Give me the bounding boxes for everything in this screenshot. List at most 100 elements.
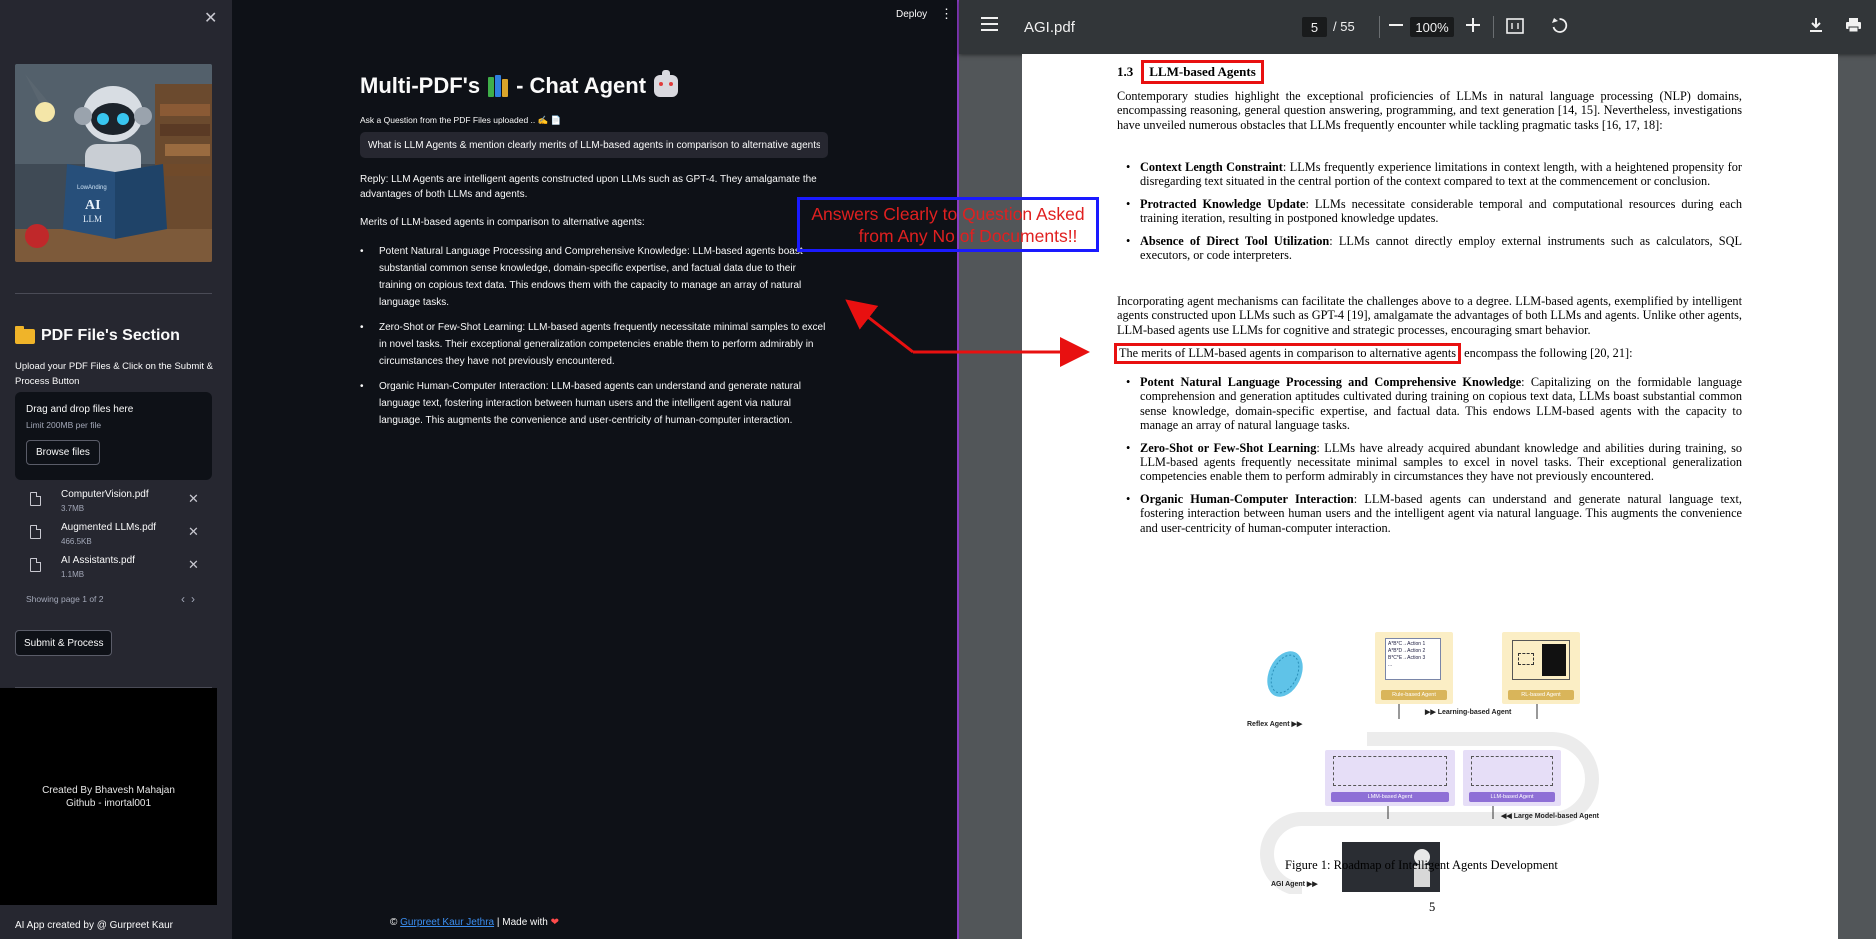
page-number-input[interactable] <box>1302 17 1327 37</box>
rule-line: A*B*C→Action 1 <box>1388 641 1426 647</box>
creator-credit-box: Created By Bhavesh Mahajan Github - imor… <box>0 688 217 905</box>
pager-prev-icon[interactable]: ‹ <box>181 592 191 606</box>
merits-line-rest: encompass the following [20, 21]: <box>1461 346 1633 360</box>
merits-heading: Merits of LLM-based agents in comparison… <box>360 217 645 228</box>
file-name: Augmented LLMs.pdf <box>61 522 157 533</box>
agents-roadmap-figure: A*B*C→Action 1 A*B*D→Action 2 B*C*E→Acti… <box>1247 574 1627 894</box>
files-section-title: PDF File's Section <box>15 325 180 345</box>
file-pager: Showing page 1 of 2 ‹› <box>26 592 201 606</box>
app-credit: AI App created by @ Gurpreet Kaur <box>15 920 174 931</box>
pager-nav: ‹› <box>181 592 201 606</box>
annotation-arrow <box>845 299 914 354</box>
zoom-in-icon[interactable] <box>1466 18 1480 35</box>
main-menu-icon[interactable]: ⋮ <box>940 6 953 22</box>
large-model-agent-label: ◀◀ Large Model-based Agent <box>1501 813 1600 820</box>
rule-agent-tag: Rule-based Agent <box>1381 690 1447 700</box>
list-item-term: Potent Natural Language Processing and C… <box>1140 375 1522 389</box>
list-item: Potent Natural Language Processing and C… <box>1126 375 1742 433</box>
heart-icon: ❤ <box>550 917 559 928</box>
credit-line-1: Created By Bhavesh Mahajan <box>42 784 175 796</box>
reflex-agent-label: Reflex Agent ▶▶ <box>1247 721 1303 728</box>
robot-book-text-3: LLM <box>83 214 102 224</box>
section-heading: 1.3 LLM-based Agents <box>1117 60 1264 84</box>
intro-paragraph: Contemporary studies highlight the excep… <box>1117 89 1742 132</box>
fit-page-icon[interactable] <box>1506 18 1524 37</box>
folder-icon <box>15 325 35 344</box>
annotation-callout: Answers Clearly to Question Asked from A… <box>797 197 1099 252</box>
footer-author-link[interactable]: Gurpreet Kaur Jethra <box>400 917 494 928</box>
zoom-out-icon[interactable] <box>1389 18 1403 35</box>
pager-next-icon[interactable]: › <box>191 592 201 606</box>
close-sidebar-icon[interactable]: ✕ <box>204 8 217 28</box>
list-item: Context Length Constraint: LLMs frequent… <box>1126 160 1742 189</box>
list-item: Organic Human-Computer Interaction: LLM-… <box>1126 492 1742 535</box>
list-item: Absence of Direct Tool Utilization: LLMs… <box>1126 234 1742 263</box>
menu-icon[interactable] <box>981 17 998 34</box>
rule-line: ... <box>1388 662 1393 668</box>
section-title-highlight: LLM-based Agents <box>1141 60 1264 84</box>
uploaded-file-row: Augmented LLMs.pdf 466.5KB ✕ <box>28 522 204 550</box>
pdf-merits-list: Potent Natural Language Processing and C… <box>1126 375 1742 543</box>
rl-agent-tag: RL-based Agent <box>1508 690 1574 700</box>
lmm-agent-tag: LMM-based Agent <box>1331 792 1449 802</box>
file-icon <box>30 525 41 539</box>
file-size: 3.7MB <box>61 504 85 513</box>
zoom-input[interactable] <box>1410 17 1454 37</box>
robot-icon <box>654 70 679 97</box>
list-item: Zero-Shot or Few-Shot Learning: LLM-base… <box>360 319 830 370</box>
figure-caption: Figure 1: Roadmap of Intelligent Agents … <box>1285 858 1558 872</box>
file-size: 1.1MB <box>61 570 85 579</box>
merits-list: Potent Natural Language Processing and C… <box>360 243 830 437</box>
lmm-agent-card: LMM-based Agent <box>1325 750 1455 806</box>
download-icon[interactable] <box>1809 17 1823 36</box>
dropzone-title: Drag and drop files here <box>26 404 134 415</box>
files-section-title-text: PDF File's Section <box>41 327 180 344</box>
merits-highlight: The merits of LLM-based agents in compar… <box>1114 343 1462 364</box>
page-total: / 55 <box>1333 19 1355 34</box>
deploy-button[interactable]: Deploy <box>896 9 927 20</box>
books-icon <box>488 75 509 97</box>
rl-agent-card: RL-based Agent <box>1502 632 1580 704</box>
print-icon[interactable] <box>1845 17 1862 36</box>
remove-file-icon[interactable]: ✕ <box>188 524 199 540</box>
pdf-viewer: AGI.pdf / 55 1.3 LLM-based Agents Contemp… <box>957 0 1876 939</box>
submit-process-button[interactable]: Submit & Process <box>15 630 113 656</box>
footer-suffix: | Made with <box>494 917 551 928</box>
reply-text: Reply: LLM Agents are intelligent agents… <box>360 174 817 200</box>
rule-line: A*B*D→Action 2 <box>1388 648 1426 654</box>
uploaded-file-row: AI Assistants.pdf 1.1MB ✕ <box>28 555 204 583</box>
toolbar-divider <box>1379 16 1380 38</box>
pdf-toolbar: AGI.pdf / 55 <box>959 0 1876 54</box>
list-item-term: Organic Human-Computer Interaction <box>1140 491 1354 506</box>
file-dropzone[interactable]: Drag and drop files here Limit 200MB per… <box>15 392 212 480</box>
pdf-page: 1.3 LLM-based Agents Contemporary studies… <box>1022 54 1838 939</box>
rotate-icon[interactable] <box>1551 17 1568 37</box>
pdf-page-number: 5 <box>1429 900 1436 914</box>
footer: © Gurpreet Kaur Jethra | Made with ❤ <box>390 917 559 928</box>
robot-reading-image: LowAnding AI LLM <box>15 64 212 262</box>
section-number: 1.3 <box>1117 64 1134 79</box>
sidebar-divider <box>15 293 212 294</box>
question-input[interactable] <box>360 132 828 158</box>
list-item-term: Context Length Constraint <box>1140 160 1283 174</box>
robot-book-text-1: LowAnding <box>77 185 107 191</box>
page-title-suffix: - Chat Agent <box>516 73 647 98</box>
file-icon <box>30 492 41 506</box>
remove-file-icon[interactable]: ✕ <box>188 491 199 507</box>
mechanism-paragraph: Incorporating agent mechanisms can facil… <box>1117 294 1742 337</box>
learning-agent-label: ▶▶ Learning-based Agent <box>1425 709 1512 716</box>
list-item-term: Absence of Direct Tool Utilization <box>1140 233 1330 248</box>
rule-line: B*C*E→Action 3 <box>1388 655 1426 661</box>
list-item: Zero-Shot or Few-Shot Learning: LLMs hav… <box>1126 441 1742 484</box>
page-title: Multi-PDF's - Chat Agent <box>360 70 679 99</box>
list-item-term: Zero-Shot or Few-Shot Learning <box>1140 440 1317 455</box>
question-label: Ask a Question from the PDF Files upload… <box>360 115 562 125</box>
remove-file-icon[interactable]: ✕ <box>188 557 199 573</box>
file-size: 466.5KB <box>61 537 92 546</box>
browse-files-button[interactable]: Browse files <box>26 440 100 465</box>
annotation-line-2: from Any No of Documents!! <box>858 225 1078 246</box>
obstacles-list: Context Length Constraint: LLMs frequent… <box>1126 160 1742 270</box>
sidebar: ✕ LowAnding AI LLM PDF File's Section Up… <box>0 0 232 939</box>
agi-agent-label: AGI Agent ▶▶ <box>1271 881 1318 888</box>
merits-line: The merits of LLM-based agents in compar… <box>1114 343 1633 364</box>
